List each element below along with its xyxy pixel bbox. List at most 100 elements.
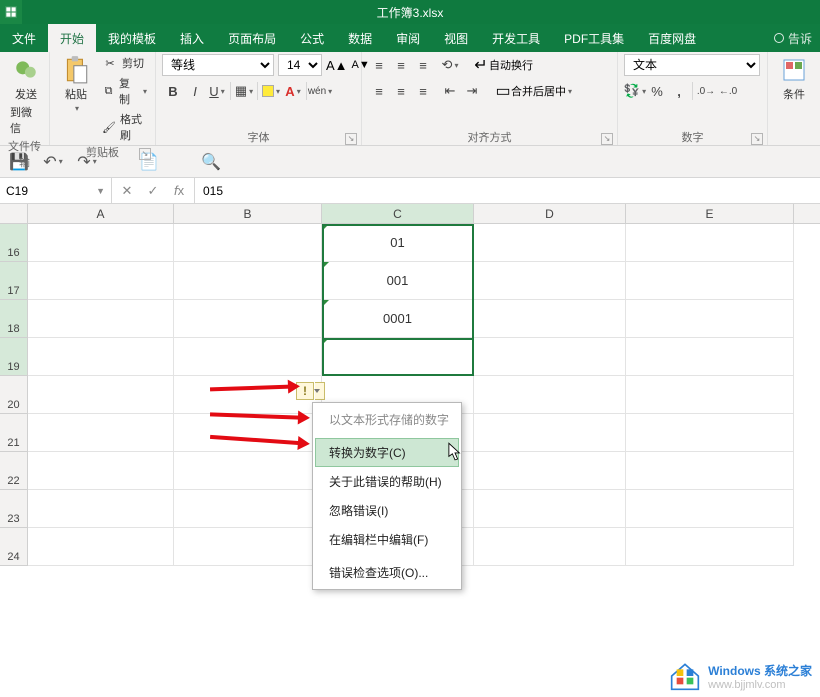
cell[interactable]: 01 [322, 224, 474, 262]
worksheet[interactable]: A B C D E 1601 17001 180001 19 20 21 22 … [0, 204, 820, 566]
select-all-corner[interactable] [0, 204, 28, 223]
row-header[interactable]: 22 [0, 452, 28, 490]
row-header[interactable]: 19 [0, 338, 28, 376]
tell-me[interactable]: 告诉 [766, 24, 820, 52]
namebox-dropdown-icon[interactable]: ▼ [96, 186, 105, 196]
col-header-D[interactable]: D [474, 204, 626, 223]
cell[interactable] [28, 452, 174, 490]
grow-font-button[interactable]: A▲ [326, 58, 348, 73]
italic-button[interactable]: I [184, 80, 206, 102]
tab-baidu[interactable]: 百度网盘 [636, 24, 708, 52]
smart-tag-dropdown[interactable] [315, 382, 325, 400]
cell[interactable] [28, 300, 174, 338]
tab-review[interactable]: 审阅 [384, 24, 432, 52]
cell[interactable] [626, 338, 794, 376]
percent-button[interactable]: % [646, 80, 668, 102]
decrease-decimal-button[interactable]: ←.0 [717, 80, 739, 102]
cell[interactable] [28, 224, 174, 262]
tab-insert[interactable]: 插入 [168, 24, 216, 52]
align-bottom-button[interactable]: ≡ [412, 54, 434, 76]
wrap-text-button[interactable]: 自动换行 [489, 57, 533, 73]
underline-button[interactable]: U▾ [206, 80, 228, 102]
col-header-C[interactable]: C [322, 204, 474, 223]
col-header-B[interactable]: B [174, 204, 322, 223]
number-format-select[interactable]: 文本 [624, 54, 760, 76]
row-header[interactable]: 24 [0, 528, 28, 566]
cell[interactable] [626, 262, 794, 300]
cell[interactable] [474, 300, 626, 338]
cell[interactable] [626, 490, 794, 528]
cell[interactable] [174, 262, 322, 300]
bold-button[interactable]: B [162, 80, 184, 102]
cell[interactable] [322, 338, 474, 376]
cell[interactable] [626, 300, 794, 338]
menu-ignore[interactable]: 忽略错误(I) [315, 496, 459, 525]
tab-file[interactable]: 文件 [0, 24, 48, 52]
cell[interactable] [474, 376, 626, 414]
border-button[interactable]: ▦▾ [233, 80, 255, 102]
alignment-launcher[interactable]: ↘ [601, 133, 613, 145]
tab-pagelayout[interactable]: 页面布局 [216, 24, 288, 52]
print-preview-button[interactable]: 🔍 [200, 151, 222, 173]
cell[interactable] [626, 224, 794, 262]
phonetic-button[interactable]: wén▾ [309, 80, 331, 102]
row-header[interactable]: 20 [0, 376, 28, 414]
app-menu-icon[interactable] [0, 0, 22, 24]
menu-edit-in-bar[interactable]: 在编辑栏中编辑(F) [315, 525, 459, 554]
cell[interactable] [28, 376, 174, 414]
tab-view[interactable]: 视图 [432, 24, 480, 52]
cell[interactable] [28, 490, 174, 528]
row-header[interactable]: 21 [0, 414, 28, 452]
font-name-select[interactable]: 等线 [162, 54, 274, 76]
cell[interactable] [474, 224, 626, 262]
accounting-format-button[interactable]: 💱▾ [624, 80, 646, 102]
cell[interactable] [28, 338, 174, 376]
menu-help[interactable]: 关于此错误的帮助(H) [315, 467, 459, 496]
row-header[interactable]: 18 [0, 300, 28, 338]
name-box[interactable]: C19▼ [0, 178, 112, 203]
cell[interactable] [28, 528, 174, 566]
cell[interactable] [626, 414, 794, 452]
tab-pdf[interactable]: PDF工具集 [552, 24, 636, 52]
row-header[interactable]: 23 [0, 490, 28, 528]
cell[interactable] [474, 452, 626, 490]
cell[interactable] [474, 490, 626, 528]
send-to-wechat-button[interactable]: 发送 到微信 [6, 54, 46, 138]
cell[interactable] [28, 414, 174, 452]
cell[interactable] [174, 452, 322, 490]
cell[interactable]: 0001 [322, 300, 474, 338]
align-left-button[interactable]: ≡ [368, 80, 390, 102]
increase-decimal-button[interactable]: .0→ [695, 80, 717, 102]
tab-templates[interactable]: 我的模板 [96, 24, 168, 52]
font-color-button[interactable]: A▾ [282, 80, 304, 102]
tab-formulas[interactable]: 公式 [288, 24, 336, 52]
cell[interactable] [174, 300, 322, 338]
col-header-E[interactable]: E [626, 204, 794, 223]
format-painter-button[interactable]: 🖌格式刷 [100, 110, 149, 144]
cell[interactable] [174, 224, 322, 262]
cell[interactable]: 001 [322, 262, 474, 300]
cell[interactable] [474, 338, 626, 376]
merge-center-button[interactable]: 合并后居中 [511, 83, 566, 99]
enter-button[interactable]: ✓ [144, 183, 162, 199]
cut-button[interactable]: ✂剪切 [100, 54, 149, 72]
comma-button[interactable]: , [668, 80, 690, 102]
menu-convert-to-number[interactable]: 转换为数字(C) [315, 438, 459, 467]
paste-button[interactable]: 粘贴▾ [56, 54, 96, 115]
cell[interactable] [174, 338, 322, 376]
col-header-A[interactable]: A [28, 204, 174, 223]
align-right-button[interactable]: ≡ [412, 80, 434, 102]
align-middle-button[interactable]: ≡ [390, 54, 412, 76]
increase-indent-button[interactable]: ⇥ [461, 80, 483, 102]
cancel-button[interactable]: ✕ [118, 183, 136, 199]
cell[interactable] [174, 528, 322, 566]
cell[interactable] [626, 452, 794, 490]
row-header[interactable]: 16 [0, 224, 28, 262]
tab-home[interactable]: 开始 [48, 24, 96, 52]
font-size-select[interactable]: 14 [278, 54, 322, 76]
cell[interactable] [474, 414, 626, 452]
menu-error-options[interactable]: 错误检查选项(O)... [315, 558, 459, 587]
row-header[interactable]: 17 [0, 262, 28, 300]
cell[interactable] [174, 490, 322, 528]
cell[interactable] [28, 262, 174, 300]
